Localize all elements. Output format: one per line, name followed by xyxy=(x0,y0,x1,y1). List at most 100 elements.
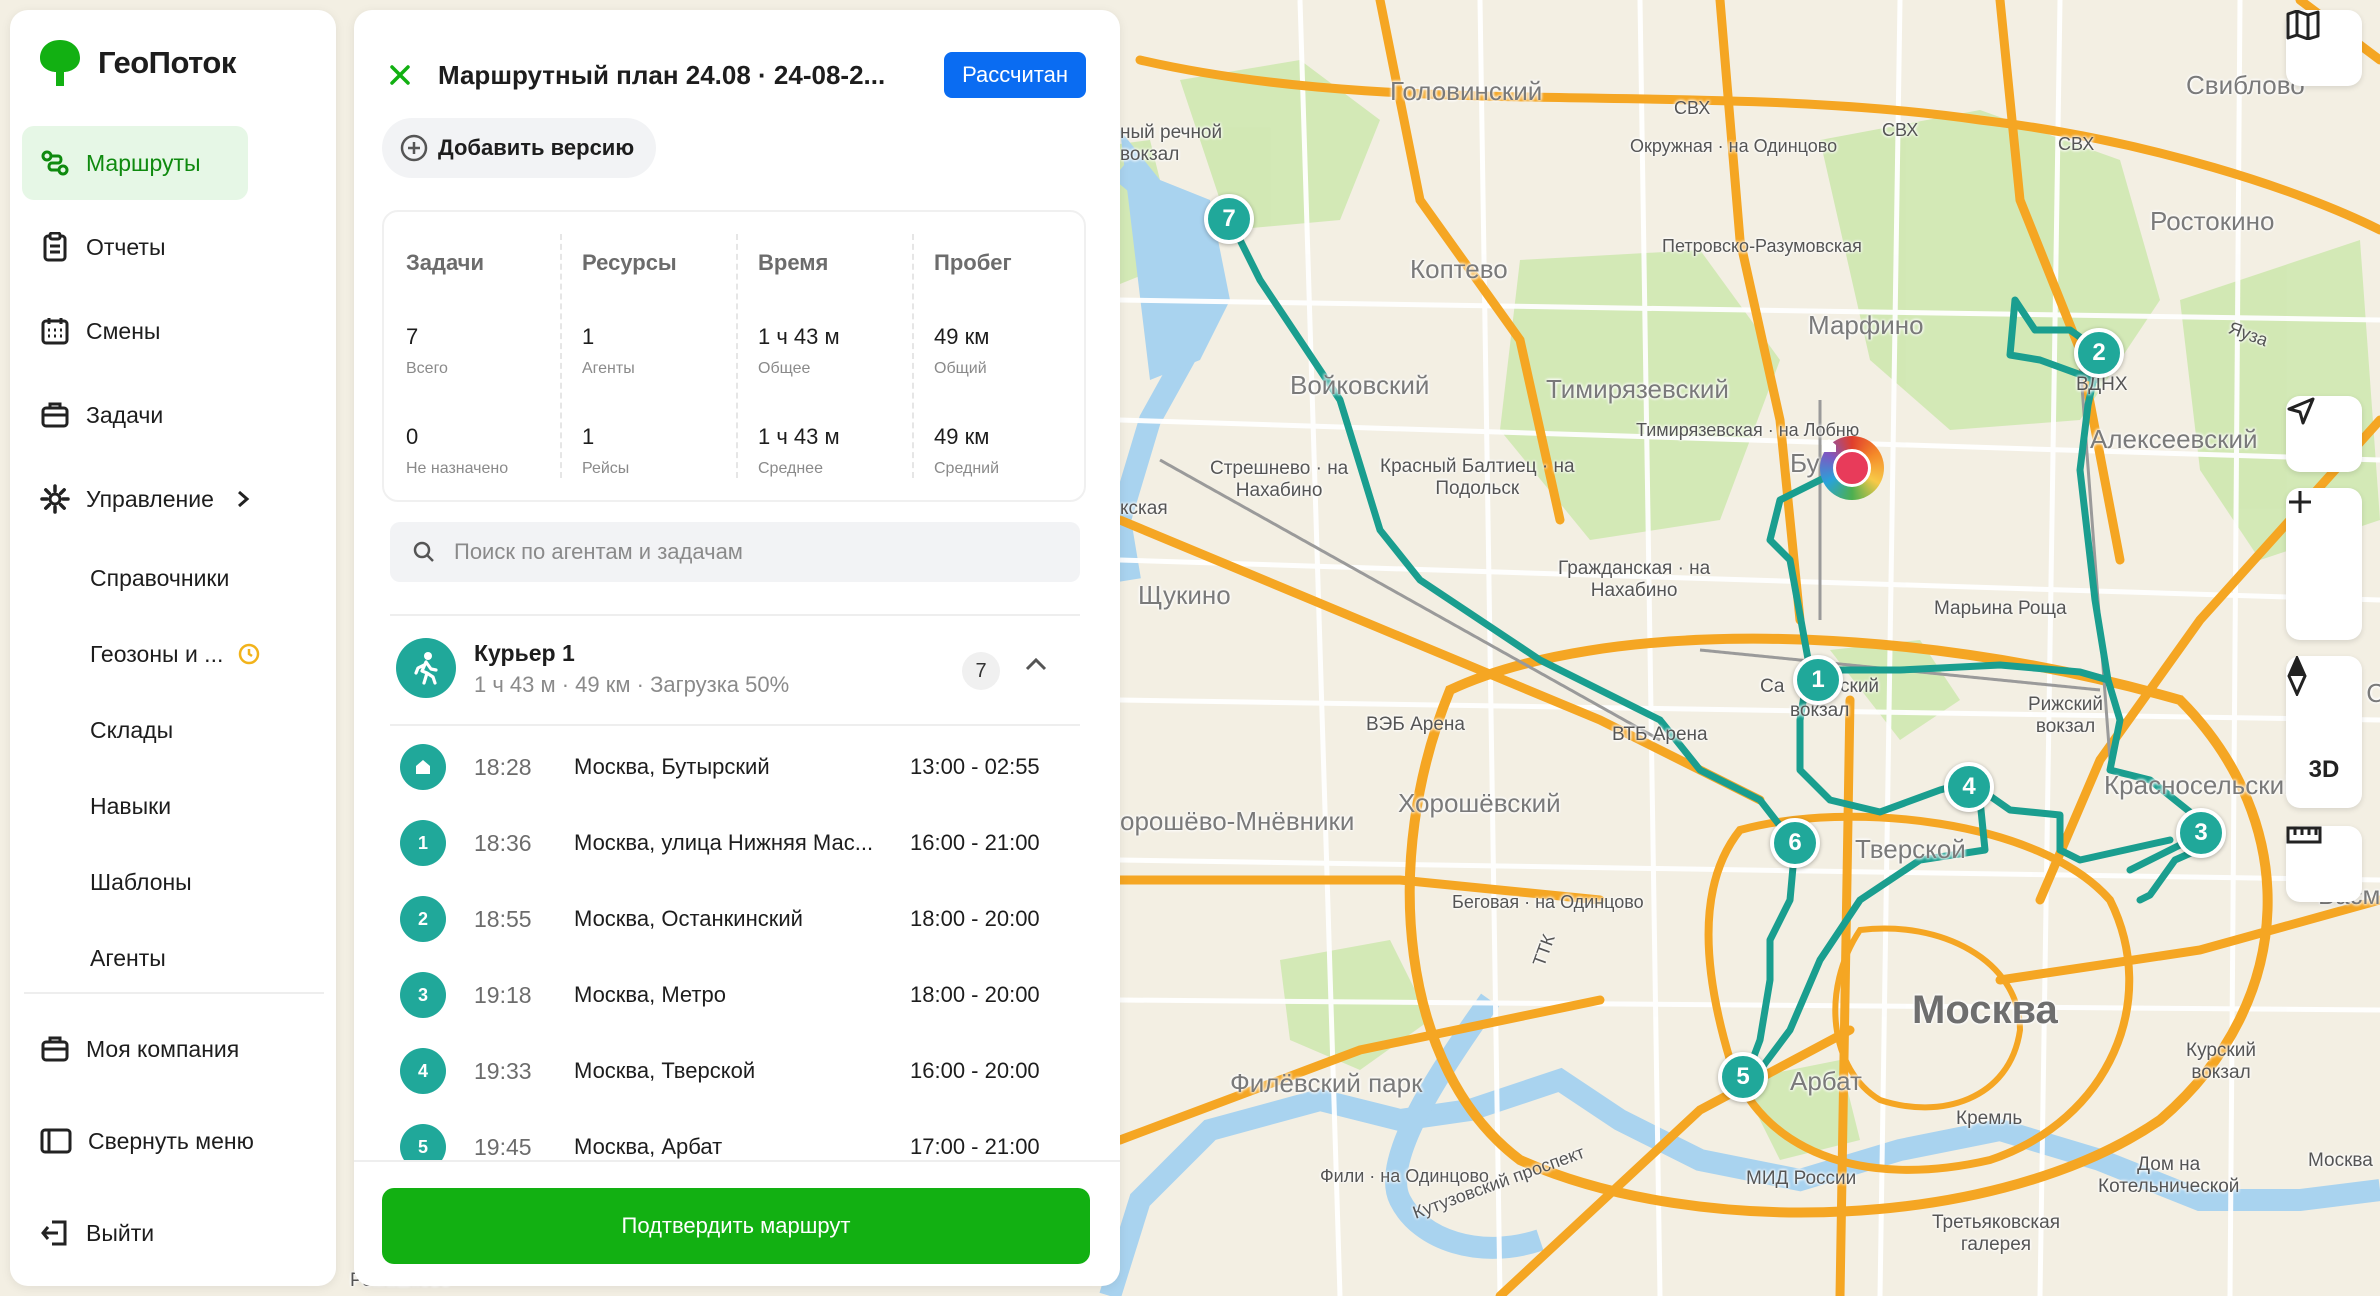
app-name: ГеоПоток xyxy=(98,45,236,80)
app-logo[interactable]: ГеоПоток xyxy=(38,38,236,88)
stat-header: Задачи xyxy=(406,250,484,275)
logout-icon xyxy=(41,1220,67,1246)
collapse-icon xyxy=(40,1128,72,1154)
close-icon[interactable] xyxy=(388,63,412,87)
my-location-button[interactable] xyxy=(2286,396,2362,472)
road-label: Окружная · на Одинцово xyxy=(1630,136,1838,156)
sidebar-item-tasks[interactable]: Задачи xyxy=(22,378,248,452)
sidebar-item-management[interactable]: Управление xyxy=(22,462,292,536)
search-placeholder: Поиск по агентам и задачам xyxy=(454,539,743,564)
sidebar-item-reports[interactable]: Отчеты xyxy=(22,210,248,284)
stop-time: 18:36 xyxy=(474,830,532,856)
search-input[interactable]: Поиск по агентам и задачам xyxy=(390,522,1080,582)
stop-address: Москва, Арбат xyxy=(574,1134,723,1159)
sidebar-item-logout[interactable]: Выйти xyxy=(22,1196,312,1270)
district-label: Марфино xyxy=(1808,310,1924,340)
sidebar-item-collapse[interactable]: Свернуть меню xyxy=(22,1104,312,1178)
sidebar-subitem-templates[interactable]: Шаблоны xyxy=(90,862,192,902)
district-label: Тверской xyxy=(1855,834,1966,864)
map-layers-button[interactable] xyxy=(2286,10,2362,86)
add-version-button[interactable]: Добавить версию xyxy=(382,118,657,178)
stat-caption: Общее xyxy=(758,360,811,377)
stat-value: 49 км xyxy=(934,424,990,449)
stop-time: 19:33 xyxy=(474,1058,532,1084)
poi-label: Кремль xyxy=(1956,1108,2023,1129)
route-marker-7[interactable]: 7 xyxy=(1204,194,1254,244)
map-icon xyxy=(2286,10,2320,40)
station-label: Са xyxy=(1760,676,1785,697)
stat-value: 7 xyxy=(406,324,419,349)
stop-row[interactable]: 3 19:18 Москва, Метро 18:00 - 20:00 xyxy=(390,952,1080,1028)
stop-address: Москва, Бутырский xyxy=(574,754,770,779)
station-label: Гражданская · на Нахабино xyxy=(1558,558,1711,601)
station-label: Петровско-Разумовская xyxy=(1662,236,1862,256)
stat-mileage: Пробег 49 км Общий 49 км Средний xyxy=(912,212,1088,500)
sidebar-item-company[interactable]: Моя компания xyxy=(22,1012,312,1086)
stat-caption: Общий xyxy=(934,360,987,377)
clock-warning-icon xyxy=(239,643,260,665)
compass-button[interactable] xyxy=(2286,656,2362,732)
district-label: Войковский xyxy=(1290,370,1430,400)
plus-circle-icon xyxy=(400,134,428,162)
sidebar-item-label: Управление xyxy=(86,485,214,512)
minus-icon xyxy=(2289,500,2311,504)
sidebar-item-shifts[interactable]: Смены xyxy=(22,294,248,368)
route-marker-4[interactable]: 4 xyxy=(1944,762,1994,812)
compass-icon xyxy=(2287,656,2307,696)
gear-icon xyxy=(40,484,70,514)
confirm-route-button[interactable]: Подтвердить маршрут xyxy=(382,1188,1090,1264)
route-marker-6[interactable]: 6 xyxy=(1770,818,1820,868)
sidebar-subitem-skills[interactable]: Навыки xyxy=(90,786,171,826)
poi-label: ВЭБ Арена xyxy=(1366,714,1465,735)
sidebar-subitem-geozones[interactable]: Геозоны и ... xyxy=(90,634,261,674)
stat-caption: Агенты xyxy=(582,360,635,377)
walking-person-icon xyxy=(414,652,438,685)
stop-time-window: 16:00 - 21:00 xyxy=(910,830,1040,855)
panel-header: Маршрутный план 24.08 · 24-08-2... Рассч… xyxy=(388,52,1086,98)
sidebar-subitem-directories[interactable]: Справочники xyxy=(90,558,229,598)
stop-row[interactable]: 1 18:36 Москва, улица Нижняя Мас... 16:0… xyxy=(390,800,1080,876)
road-label: СВХ xyxy=(1882,120,1919,140)
poi-label: Третьяковская галерея xyxy=(1932,1212,2060,1255)
route-marker-3[interactable]: 3 xyxy=(2176,808,2226,858)
station-label: Беговая · на Одинцово xyxy=(1452,892,1644,912)
stop-time-window: 13:00 - 02:55 xyxy=(910,754,1040,779)
navigation-arrow-icon xyxy=(2287,397,2315,425)
stat-caption: Средний xyxy=(934,460,1000,477)
district-label: Коптево xyxy=(1410,254,1508,284)
stop-row[interactable]: 4 19:33 Москва, Тверской 16:00 - 20:00 xyxy=(390,1028,1080,1104)
sidebar-subitem-warehouses[interactable]: Склады xyxy=(90,710,173,750)
stop-row[interactable]: 5 19:45 Москва, Арбат 17:00 - 21:00 xyxy=(390,1104,1080,1160)
stat-value: 1 ч 43 м xyxy=(758,324,840,349)
road-label: СВХ xyxy=(2058,134,2095,154)
stop-row[interactable]: 2 18:55 Москва, Останкинский 18:00 - 20:… xyxy=(390,876,1080,952)
depot-marker[interactable] xyxy=(1820,436,1884,500)
sidebar-item-label: Свернуть меню xyxy=(88,1127,254,1154)
station-label: Красный Балтиец · на Подольск xyxy=(1380,456,1575,499)
sidebar-item-label: Отчеты xyxy=(86,233,166,260)
agent-name: Курьер 1 xyxy=(474,640,575,666)
district-label: Красносельский xyxy=(2104,770,2299,800)
stat-caption: Среднее xyxy=(758,460,823,477)
sidebar-item-routes[interactable]: Маршруты xyxy=(22,126,248,200)
stop-time-window: 17:00 - 21:00 xyxy=(910,1134,1040,1159)
stop-time-window: 16:00 - 20:00 xyxy=(910,1058,1040,1083)
stat-value: 0 xyxy=(406,424,419,449)
sidebar-item-label: Моя компания xyxy=(86,1035,240,1062)
route-marker-1[interactable]: 1 xyxy=(1793,655,1843,705)
route-plan-panel: Маршрутный план 24.08 · 24-08-2... Рассч… xyxy=(354,10,1120,1286)
stat-caption: Всего xyxy=(406,360,448,377)
zoom-out-button[interactable] xyxy=(2286,500,2362,640)
ruler-button[interactable] xyxy=(2286,826,2362,902)
chevron-up-icon[interactable] xyxy=(1024,656,1048,672)
3d-button[interactable]: 3D xyxy=(2286,732,2362,808)
stat-tasks: Задачи 7 Всего 0 Не назначено xyxy=(384,212,560,500)
stat-header: Пробег xyxy=(934,250,1012,275)
ruler-icon xyxy=(2286,826,2322,844)
district-label: Арбат xyxy=(1790,1066,1862,1096)
route-marker-5[interactable]: 5 xyxy=(1718,1052,1768,1102)
stop-row-depot[interactable]: 18:28 Москва, Бутырский 13:00 - 02:55 xyxy=(390,724,1080,800)
route-marker-2[interactable]: 2 xyxy=(2074,328,2124,378)
sidebar-subitem-agents[interactable]: Агенты xyxy=(90,938,166,978)
divider xyxy=(390,614,1080,616)
